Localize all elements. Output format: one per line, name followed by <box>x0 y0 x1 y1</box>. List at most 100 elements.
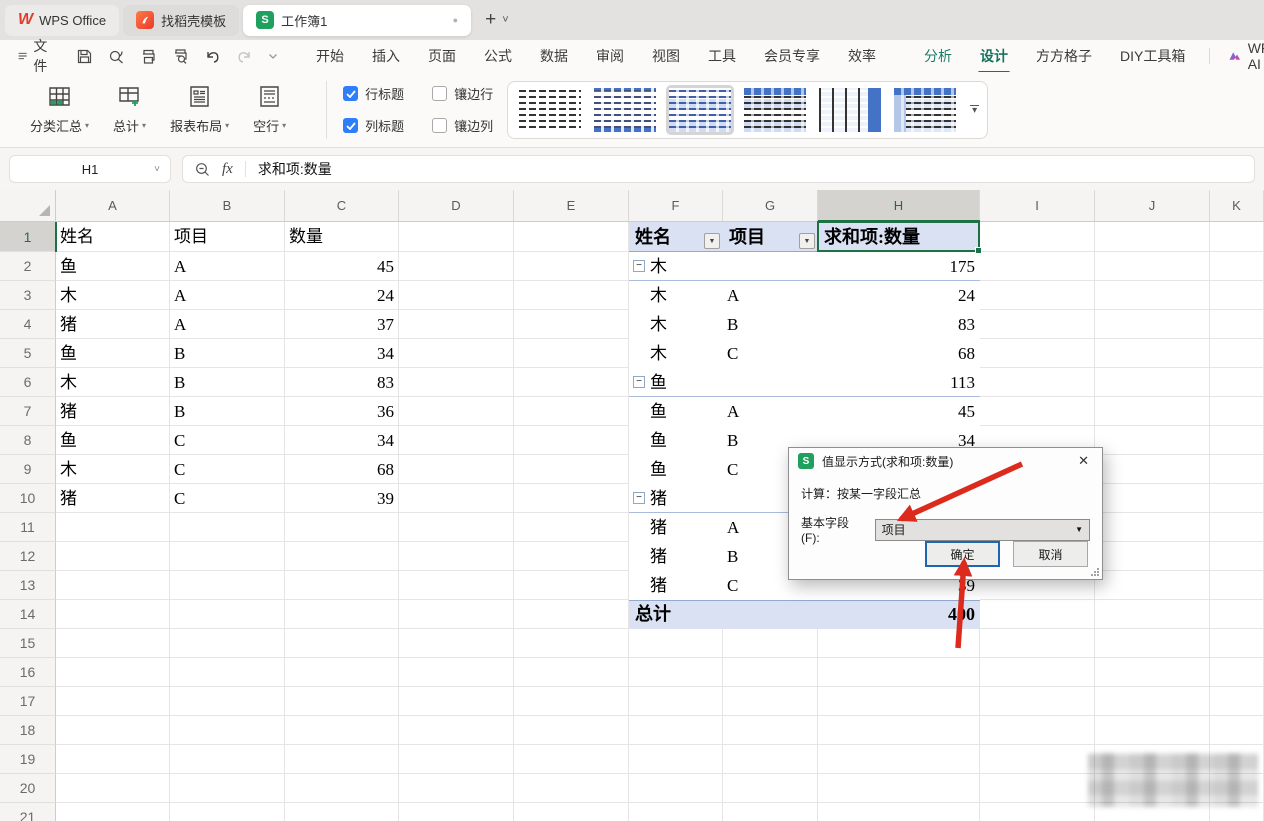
ok-button[interactable]: 确定 <box>925 541 1000 567</box>
cell-F13[interactable]: 猪 <box>650 571 738 600</box>
cell-B3[interactable]: A <box>174 281 283 310</box>
toolbar-chevron-icon[interactable] <box>268 52 278 60</box>
cell-G4[interactable]: B <box>727 310 816 339</box>
row-header-21[interactable]: 21 <box>0 803 56 821</box>
column-header-A[interactable]: A <box>56 190 170 222</box>
blank-rows-button[interactable]: 空行▾ <box>253 84 286 135</box>
cell-F14[interactable]: 总计 <box>635 600 723 629</box>
column-header-B[interactable]: B <box>170 190 285 222</box>
save-icon[interactable] <box>76 48 93 65</box>
menu-tab-analyze[interactable]: 分析 <box>924 46 952 66</box>
row-header-12[interactable]: 12 <box>0 542 56 571</box>
cell-F11[interactable]: 猪 <box>650 513 738 542</box>
cell-F2[interactable]: 木 <box>650 252 738 281</box>
cell-F4[interactable]: 木 <box>650 310 738 339</box>
cell-A10[interactable]: 猪 <box>60 484 168 513</box>
cell-H6[interactable]: 113 <box>820 368 975 397</box>
menu-tab-efficiency[interactable]: 效率 <box>848 46 876 66</box>
report-layout-button[interactable]: 报表布局▾ <box>170 84 229 135</box>
cancel-button[interactable]: 取消 <box>1013 541 1088 567</box>
cell-C4[interactable]: 37 <box>287 310 394 339</box>
checkbox-banded-rows[interactable]: 镶边行 <box>432 84 493 103</box>
cell-C2[interactable]: 45 <box>287 252 394 281</box>
row-header-7[interactable]: 7 <box>0 397 56 426</box>
close-icon[interactable]: ✕ <box>1074 453 1093 469</box>
print-icon[interactable] <box>140 48 157 65</box>
export-icon[interactable] <box>108 48 125 65</box>
cell-F9[interactable]: 鱼 <box>650 455 738 484</box>
checkbox-row-headers[interactable]: 行标题 <box>343 84 404 103</box>
cell-A1[interactable]: 姓名 <box>60 222 168 252</box>
fill-handle[interactable] <box>975 247 982 254</box>
cell-F8[interactable]: 鱼 <box>650 426 738 455</box>
menu-tab-tools[interactable]: 工具 <box>708 46 736 66</box>
row-header-14[interactable]: 14 <box>0 600 56 629</box>
menu-tab-insert[interactable]: 插入 <box>372 46 400 66</box>
cell-H3[interactable]: 24 <box>820 281 975 310</box>
menu-tab-member[interactable]: 会员专享 <box>764 46 820 66</box>
wps-ai-label[interactable]: WPS AI <box>1248 40 1264 72</box>
formula-input[interactable]: fx 求和项:数量 <box>182 155 1255 183</box>
cell-C7[interactable]: 36 <box>287 397 394 426</box>
row-header-8[interactable]: 8 <box>0 426 56 455</box>
cell-B9[interactable]: C <box>174 455 283 484</box>
menu-tab-review[interactable]: 审阅 <box>596 46 624 66</box>
cell-B5[interactable]: B <box>174 339 283 368</box>
tab-docer-templates[interactable]: 找稻壳模板 <box>123 5 239 36</box>
table-style-thumbnail-4[interactable] <box>741 85 809 135</box>
table-style-thumbnail-3-selected[interactable] <box>666 85 734 135</box>
checkbox-banded-columns[interactable]: 镶边列 <box>432 116 493 135</box>
row-header-15[interactable]: 15 <box>0 629 56 658</box>
collapse-minus-icon[interactable]: − <box>633 492 645 504</box>
cell-B7[interactable]: B <box>174 397 283 426</box>
menu-tab-diy-toolbox[interactable]: DIY工具箱 <box>1120 46 1185 66</box>
menu-tab-fangfanggezi[interactable]: 方方格子 <box>1036 46 1092 66</box>
cell-A9[interactable]: 木 <box>60 455 168 484</box>
table-style-thumbnail-5[interactable] <box>816 85 884 135</box>
undo-icon[interactable] <box>204 48 221 65</box>
row-header-18[interactable]: 18 <box>0 716 56 745</box>
table-style-thumbnail-2[interactable] <box>591 85 659 135</box>
row-header-11[interactable]: 11 <box>0 513 56 542</box>
cell-A7[interactable]: 猪 <box>60 397 168 426</box>
row-header-3[interactable]: 3 <box>0 281 56 310</box>
cell-H14[interactable]: 400 <box>820 600 975 629</box>
row-header-17[interactable]: 17 <box>0 687 56 716</box>
cell-F6[interactable]: 鱼 <box>650 368 738 397</box>
filter-dropdown-icon[interactable]: ▼ <box>799 233 815 249</box>
cell-A2[interactable]: 鱼 <box>60 252 168 281</box>
subtotal-button[interactable]: 分类汇总▾ <box>30 84 89 135</box>
zoom-minus-icon[interactable] <box>195 162 210 177</box>
column-header-E[interactable]: E <box>514 190 629 222</box>
name-box[interactable]: H1 ˅ <box>9 155 171 183</box>
menu-tab-view[interactable]: 视图 <box>652 46 680 66</box>
cell-F12[interactable]: 猪 <box>650 542 738 571</box>
column-header-I[interactable]: I <box>980 190 1095 222</box>
column-header-H[interactable]: H <box>818 190 980 222</box>
cell-H5[interactable]: 68 <box>820 339 975 368</box>
cell-B4[interactable]: A <box>174 310 283 339</box>
new-tab-button[interactable]: + <box>485 9 496 31</box>
cell-C3[interactable]: 24 <box>287 281 394 310</box>
base-field-dropdown[interactable]: 项目 ▼ <box>875 519 1090 541</box>
cell-C6[interactable]: 83 <box>287 368 394 397</box>
column-header-G[interactable]: G <box>723 190 818 222</box>
checkbox-column-headers[interactable]: 列标题 <box>343 116 404 135</box>
cell-B8[interactable]: C <box>174 426 283 455</box>
row-header-5[interactable]: 5 <box>0 339 56 368</box>
cell-C5[interactable]: 34 <box>287 339 394 368</box>
resize-grip[interactable] <box>1090 567 1100 577</box>
cell-B2[interactable]: A <box>174 252 283 281</box>
cell-C8[interactable]: 34 <box>287 426 394 455</box>
cell-C1[interactable]: 数量 <box>289 222 397 252</box>
menu-tab-design-active[interactable]: 设计 <box>980 46 1008 66</box>
grand-total-button[interactable]: 总计▾ <box>113 84 146 135</box>
cell-H4[interactable]: 83 <box>820 310 975 339</box>
column-header-D[interactable]: D <box>399 190 514 222</box>
row-header-4[interactable]: 4 <box>0 310 56 339</box>
cell-F7[interactable]: 鱼 <box>650 397 738 426</box>
cell-A4[interactable]: 猪 <box>60 310 168 339</box>
cell-G5[interactable]: C <box>727 339 816 368</box>
select-all-corner[interactable] <box>0 190 56 222</box>
menu-tab-data[interactable]: 数据 <box>540 46 568 66</box>
